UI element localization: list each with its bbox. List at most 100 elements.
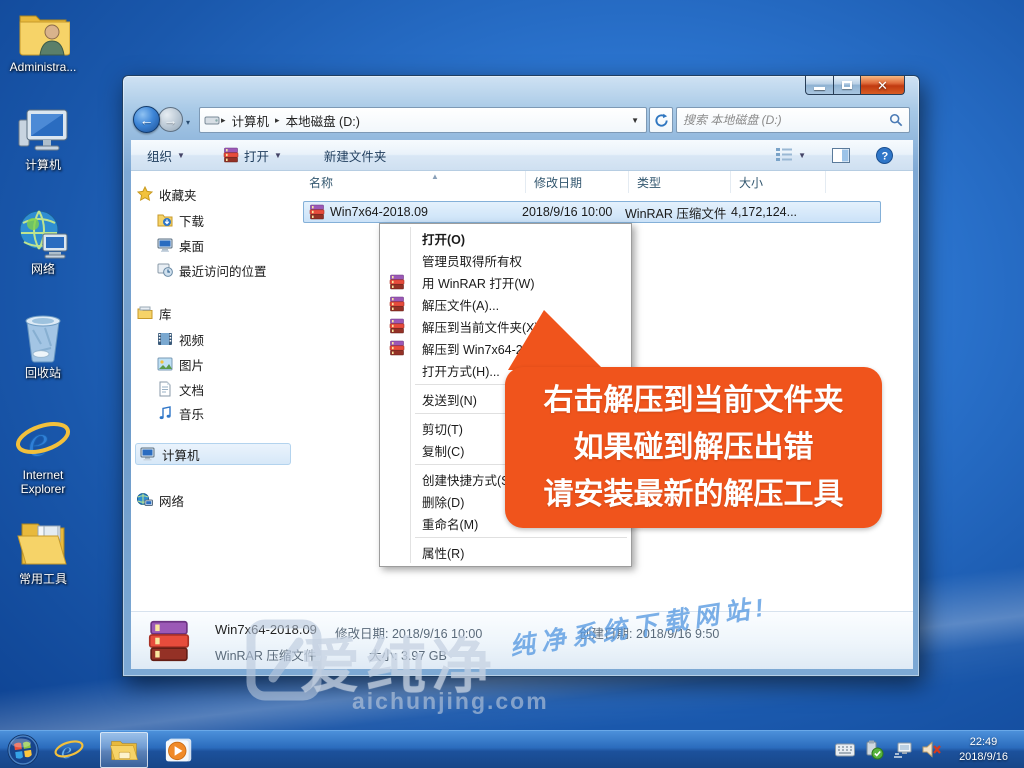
search-icon[interactable]: [889, 113, 903, 127]
sidebar-label: 库: [159, 304, 172, 323]
history-dropdown-icon[interactable]: ▾: [186, 118, 190, 127]
internet-explorer-icon: e: [15, 414, 71, 466]
sidebar-item-documents[interactable]: 文档: [157, 378, 313, 400]
desktop-icon-label: 回收站: [25, 367, 61, 381]
menu-label: 剪切(T): [422, 419, 463, 438]
sidebar-item-downloads[interactable]: 下载: [157, 209, 313, 231]
music-icon: [157, 405, 173, 421]
winrar-icon: [223, 147, 239, 163]
sidebar-item-music[interactable]: 音乐: [157, 402, 313, 424]
organize-button[interactable]: 组织 ▼: [139, 142, 193, 169]
taskbar-explorer-button[interactable]: [100, 732, 148, 768]
details-created: 创建日期: 2018/9/16 9:50: [579, 623, 719, 642]
sidebar-item-libraries[interactable]: 库: [137, 302, 293, 324]
new-folder-button[interactable]: 新建文件夹: [316, 142, 395, 169]
column-header-name[interactable]: 名称: [301, 171, 526, 193]
volume-muted-icon[interactable]: [922, 741, 942, 758]
back-arrow-icon: ←: [140, 113, 154, 127]
column-label: 修改日期: [534, 174, 582, 191]
system-tray: 22:49 2018/9/16: [835, 735, 1024, 765]
open-button[interactable]: 打开 ▼: [215, 142, 290, 169]
internet-explorer-icon: e: [54, 736, 84, 764]
refresh-button[interactable]: [649, 107, 673, 133]
clock-date: 2018/9/16: [959, 750, 1008, 765]
command-toolbar: 组织 ▼ 打开 ▼ 新建文件夹 ▼: [131, 140, 913, 171]
chevron-down-icon: ▼: [274, 151, 282, 160]
sidebar-item-computer[interactable]: 计算机: [135, 443, 291, 465]
libraries-icon: [137, 305, 153, 321]
menu-item-properties[interactable]: 属性(R): [382, 541, 629, 563]
taskbar-media-player-button[interactable]: [156, 731, 202, 768]
back-button[interactable]: ←: [133, 106, 160, 133]
search-input[interactable]: [683, 113, 889, 127]
column-label: 大小: [739, 174, 763, 191]
desktop-icon-label: 网络: [31, 263, 55, 277]
desktop-icon-administrator[interactable]: Administra...: [2, 6, 84, 75]
breadcrumb-local-disk-d[interactable]: 本地磁盘 (D:): [281, 111, 365, 130]
menu-item-open-with-winrar[interactable]: 用 WinRAR 打开(W): [382, 271, 629, 293]
help-button[interactable]: ?: [868, 143, 901, 168]
menu-item-open[interactable]: 打开(O): [382, 227, 629, 249]
desktop-icon-label: 常用工具: [19, 573, 67, 587]
organize-label: 组织: [147, 146, 172, 165]
new-folder-label: 新建文件夹: [324, 146, 387, 165]
sort-ascending-icon: ▲: [431, 172, 439, 181]
user-folder-icon: [16, 6, 70, 58]
views-button[interactable]: ▼: [767, 143, 814, 167]
desktop-icon-computer[interactable]: 计算机: [2, 106, 84, 173]
winrar-icon: [389, 318, 405, 334]
sidebar-label: 视频: [179, 330, 204, 349]
sidebar-label: 收藏夹: [159, 185, 197, 204]
details-modified: 修改日期: 2018/9/16 10:00: [335, 623, 482, 642]
column-header-size[interactable]: 大小: [731, 171, 826, 193]
sidebar-item-desktop[interactable]: 桌面: [157, 234, 313, 256]
svg-text:?: ?: [882, 150, 889, 162]
desktop-icon-internet-explorer[interactable]: e Internet Explorer: [2, 414, 84, 497]
forward-button[interactable]: →: [158, 107, 183, 132]
callout-tail: [508, 310, 618, 370]
desktop-icon-network[interactable]: 网络: [2, 208, 84, 277]
breadcrumb-computer[interactable]: 计算机: [227, 111, 275, 130]
start-button[interactable]: [0, 731, 46, 768]
address-dropdown-icon[interactable]: ▼: [631, 116, 642, 125]
computer-icon: [140, 446, 156, 462]
drive-icon: [204, 112, 220, 128]
navigation-pane: 收藏夹 下载 桌面 最近访问的位置 库 视频: [131, 171, 293, 611]
desktop-icon-common-tools[interactable]: 常用工具: [2, 518, 84, 587]
maximize-button[interactable]: [834, 76, 861, 95]
menu-label: 打开方式(H)...: [422, 361, 500, 380]
minimize-button[interactable]: [805, 76, 834, 95]
sidebar-item-pictures[interactable]: 图片: [157, 353, 313, 375]
usb-device-icon[interactable]: [864, 740, 884, 760]
column-header-date-modified[interactable]: 修改日期: [526, 171, 629, 193]
menu-label: 打开(O): [422, 229, 465, 248]
column-header-type[interactable]: 类型: [629, 171, 731, 193]
callout-line: 如果碰到解压出错: [505, 424, 882, 471]
sidebar-item-favorites[interactable]: 收藏夹: [137, 183, 293, 205]
taskbar-clock[interactable]: 22:49 2018/9/16: [951, 735, 1016, 765]
address-bar[interactable]: ▸ 计算机 ▸ 本地磁盘 (D:) ▼: [199, 107, 647, 133]
winrar-file-icon-large: [147, 619, 191, 663]
menu-item-take-ownership[interactable]: 管理员取得所有权: [382, 249, 629, 271]
column-label: 名称: [309, 174, 333, 191]
refresh-icon: [654, 113, 669, 128]
media-player-icon: [165, 736, 193, 764]
file-row-win7x64[interactable]: Win7x64-2018.09 2018/9/16 10:00 WinRAR 压…: [303, 201, 881, 223]
maximize-icon: [842, 81, 852, 89]
sidebar-item-videos[interactable]: 视频: [157, 328, 313, 350]
details-pane: Win7x64-2018.09 修改日期: 2018/9/16 10:00 创建…: [131, 611, 913, 669]
pictures-icon: [157, 356, 173, 372]
network-status-icon[interactable]: [893, 742, 913, 758]
sidebar-item-recent-places[interactable]: 最近访问的位置: [157, 259, 313, 281]
details-size: 大小: 3.97 GB: [369, 645, 447, 664]
sidebar-item-network[interactable]: 网络: [137, 489, 293, 511]
close-button[interactable]: ✕: [861, 76, 905, 95]
clock-time: 22:49: [959, 735, 1008, 750]
preview-pane-button[interactable]: [824, 144, 858, 167]
desktop-icon-recycle-bin[interactable]: 回收站: [2, 310, 84, 381]
input-keyboard-icon[interactable]: [835, 743, 855, 757]
taskbar-ie-button[interactable]: e: [46, 731, 92, 768]
callout-bubble: 右击解压到当前文件夹 如果碰到解压出错 请安装最新的解压工具: [505, 367, 882, 528]
menu-separator: [415, 537, 627, 538]
network-icon: [137, 492, 153, 508]
